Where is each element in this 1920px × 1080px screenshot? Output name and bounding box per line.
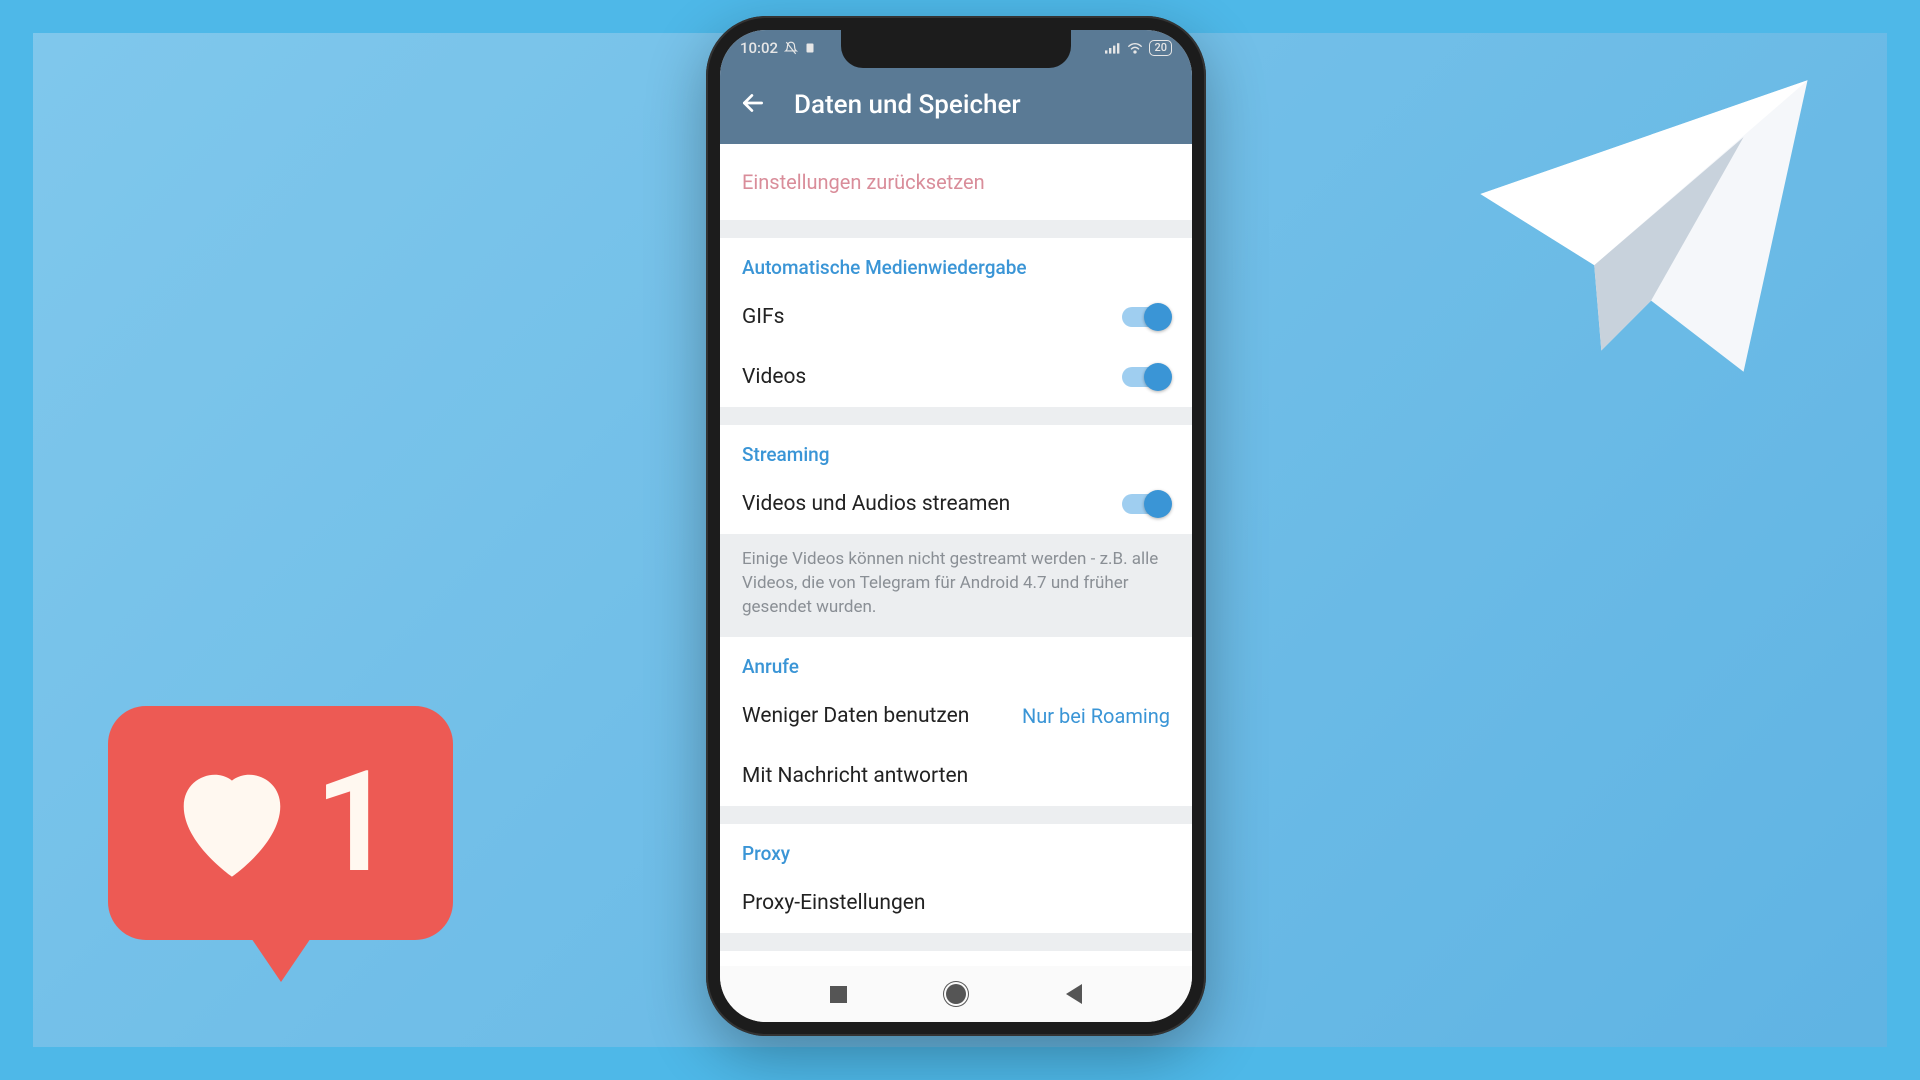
row-less-data[interactable]: Weniger Daten benutzen Nur bei Roaming (720, 686, 1192, 746)
row-reply-msg[interactable]: Mit Nachricht antworten (720, 746, 1192, 806)
reset-settings-row[interactable]: Einstellungen zurücksetzen (720, 144, 1192, 220)
signal-icon (1105, 42, 1121, 54)
row-stream[interactable]: Videos und Audios streamen (720, 474, 1192, 534)
section-proxy: Proxy (720, 824, 1192, 873)
section-streaming: Streaming (720, 425, 1192, 474)
toggle-stream[interactable] (1122, 494, 1170, 514)
app-header: Daten und Speicher (720, 66, 1192, 144)
settings-content[interactable]: Einstellungen zurücksetzen Automatische … (720, 144, 1192, 966)
status-time: 10:02 (740, 39, 778, 57)
row-gifs-label: GIFs (742, 305, 784, 329)
row-videos[interactable]: Videos (720, 347, 1192, 407)
nav-back-icon[interactable] (1066, 984, 1082, 1004)
notifications-off-icon (784, 41, 798, 55)
row-proxy-settings[interactable]: Proxy-Einstellungen (720, 873, 1192, 933)
section-calls: Anrufe (720, 637, 1192, 686)
phone-notch (841, 30, 1071, 68)
phone-screen: 10:02 20 Daten und Speicher Einstellunge… (720, 30, 1192, 1022)
toggle-gifs[interactable] (1122, 307, 1170, 327)
android-navbar (720, 966, 1192, 1022)
arrow-left-icon (740, 90, 766, 116)
nav-recents-icon[interactable] (830, 986, 847, 1003)
row-delete-drafts[interactable]: Alle Cloud-Entwürfe löschen (720, 951, 1192, 966)
sim-icon (804, 41, 816, 55)
row-gifs[interactable]: GIFs (720, 287, 1192, 347)
wifi-icon (1127, 42, 1143, 54)
like-count: 1 (315, 741, 395, 905)
row-less-data-value: Nur bei Roaming (1022, 704, 1170, 728)
section-auto-media: Automatische Medienwiedergabe (720, 238, 1192, 287)
toggle-videos[interactable] (1122, 367, 1170, 387)
telegram-plane-icon (1464, 66, 1824, 390)
row-reply-msg-label: Mit Nachricht antworten (742, 764, 968, 788)
heart-icon (167, 764, 297, 882)
battery-level: 20 (1149, 40, 1172, 56)
nav-home-icon[interactable] (946, 984, 966, 1004)
row-stream-label: Videos und Audios streamen (742, 492, 1010, 516)
page-title: Daten und Speicher (794, 90, 1021, 120)
row-videos-label: Videos (742, 365, 806, 389)
streaming-footer-note: Einige Videos können nicht gestreamt wer… (720, 534, 1192, 637)
like-badge: 1 (108, 706, 453, 940)
row-proxy-label: Proxy-Einstellungen (742, 891, 925, 915)
reset-label: Einstellungen zurücksetzen (742, 170, 985, 194)
back-button[interactable] (736, 86, 770, 124)
phone-frame: 10:02 20 Daten und Speicher Einstellunge… (706, 16, 1206, 1036)
row-less-data-label: Weniger Daten benutzen (742, 704, 969, 728)
